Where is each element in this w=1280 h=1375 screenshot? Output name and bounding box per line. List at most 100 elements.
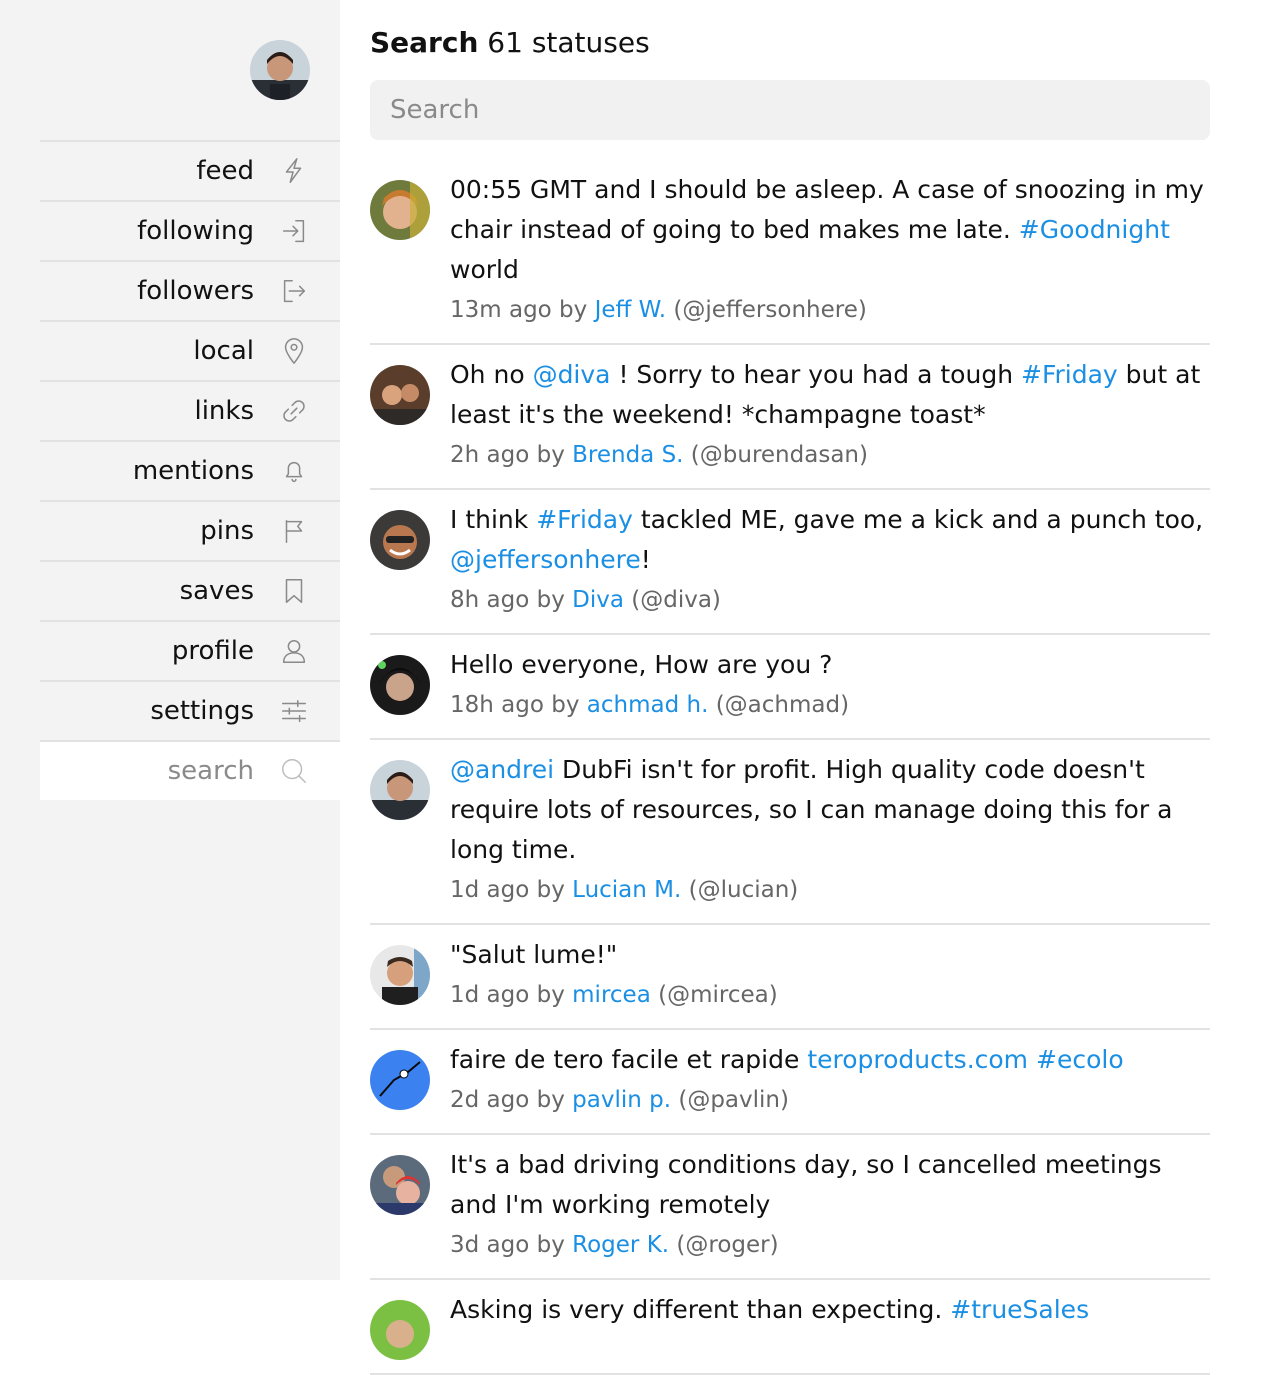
author-name-link[interactable]: mircea bbox=[572, 982, 651, 1008]
status-link[interactable]: teroproducts.com bbox=[807, 1045, 1028, 1074]
status-item[interactable]: I think #Friday tackled ME, gave me a ki… bbox=[370, 490, 1210, 635]
avatar[interactable] bbox=[370, 655, 430, 715]
sidebar-item-mentions[interactable]: mentions bbox=[40, 440, 340, 500]
status-meta: 2d ago by pavlin p. (@pavlin) bbox=[450, 1080, 1210, 1120]
main-column: Search 61 statuses 00:55 GMT and I shoul… bbox=[370, 0, 1210, 1375]
sidebar-item-label: profile bbox=[171, 636, 254, 666]
sidebar-item-feed[interactable]: feed bbox=[40, 140, 340, 200]
sign-in-icon bbox=[278, 215, 310, 247]
avatar[interactable] bbox=[370, 945, 430, 1005]
status-link[interactable]: #Friday bbox=[1021, 360, 1118, 389]
status-body: I think #Friday tackled ME, gave me a ki… bbox=[450, 500, 1210, 620]
status-meta: 18h ago by achmad h. (@achmad) bbox=[450, 685, 1210, 725]
author-name-link[interactable]: pavlin p. bbox=[572, 1087, 671, 1113]
page-title-count: 61 statuses bbox=[478, 26, 650, 59]
status-link[interactable]: @diva bbox=[533, 360, 611, 389]
lightning-icon bbox=[278, 155, 310, 187]
avatar[interactable] bbox=[370, 510, 430, 570]
status-item[interactable]: 00:55 GMT and I should be asleep. A case… bbox=[370, 160, 1210, 345]
status-item[interactable]: faire de tero facile et rapide teroprodu… bbox=[370, 1030, 1210, 1135]
status-link[interactable]: #trueSales bbox=[950, 1295, 1089, 1324]
sidebar-item-links[interactable]: links bbox=[40, 380, 340, 440]
sidebar-item-saves[interactable]: saves bbox=[40, 560, 340, 620]
status-time: 1d ago by bbox=[450, 877, 573, 903]
search-input[interactable] bbox=[370, 80, 1210, 140]
sidebar: feed following followers local links mentions… bbox=[0, 0, 340, 1280]
author-handle: (@achmad) bbox=[708, 692, 850, 718]
author-name-link[interactable]: Roger K. bbox=[572, 1232, 669, 1258]
map-pin-icon bbox=[278, 335, 310, 367]
author-handle: (@lucian) bbox=[681, 877, 799, 903]
avatar[interactable] bbox=[370, 365, 430, 425]
author-handle: (@mircea) bbox=[650, 982, 778, 1008]
author-name-link[interactable]: Diva bbox=[572, 587, 624, 613]
sidebar-item-label: saves bbox=[179, 576, 254, 606]
author-handle: (@pavlin) bbox=[671, 1087, 789, 1113]
status-link[interactable]: @andrei bbox=[450, 755, 554, 784]
author-name-link[interactable]: Lucian M. bbox=[572, 877, 681, 903]
status-link[interactable]: #ecolo bbox=[1036, 1045, 1124, 1074]
status-item[interactable]: @andrei DubFi isn't for profit. High qua… bbox=[370, 740, 1210, 925]
avatar[interactable] bbox=[370, 180, 430, 240]
sidebar-item-label: followers bbox=[137, 276, 254, 306]
avatar[interactable] bbox=[370, 1050, 430, 1110]
avatar[interactable] bbox=[370, 1155, 430, 1215]
sidebar-nav: feed following followers local links mentions… bbox=[40, 140, 340, 800]
sidebar-item-label: settings bbox=[150, 696, 254, 726]
avatar[interactable] bbox=[370, 760, 430, 820]
status-item[interactable]: Oh no @diva ! Sorry to hear you had a to… bbox=[370, 345, 1210, 490]
status-link[interactable]: @jeffersonhere bbox=[450, 545, 641, 574]
sidebar-item-followers[interactable]: followers bbox=[40, 260, 340, 320]
sidebar-item-local[interactable]: local bbox=[40, 320, 340, 380]
status-item[interactable]: "Salut lume!" 1d ago by mircea (@mircea) bbox=[370, 925, 1210, 1030]
status-meta: 1d ago by Lucian M. (@lucian) bbox=[450, 870, 1210, 910]
sidebar-item-label: pins bbox=[200, 516, 254, 546]
sidebar-item-settings[interactable]: settings bbox=[40, 680, 340, 740]
status-meta: 2h ago by Brenda S. (@burendasan) bbox=[450, 435, 1210, 475]
status-text-segment bbox=[1028, 1045, 1036, 1074]
status-text: It's a bad driving conditions day, so I … bbox=[450, 1145, 1210, 1225]
sidebar-item-label: following bbox=[137, 216, 254, 246]
author-name-link[interactable]: Jeff W. bbox=[595, 297, 667, 323]
status-text: "Salut lume!" bbox=[450, 935, 1210, 975]
author-name-link[interactable]: Brenda S. bbox=[572, 442, 683, 468]
sidebar-item-label: mentions bbox=[132, 456, 254, 486]
status-text-segment: ! bbox=[640, 545, 651, 574]
status-body: "Salut lume!" 1d ago by mircea (@mircea) bbox=[450, 935, 1210, 1015]
sidebar-item-search[interactable]: search bbox=[40, 740, 340, 800]
status-time: 2d ago by bbox=[450, 1087, 573, 1113]
status-text: Hello everyone, How are you ? bbox=[450, 645, 1210, 685]
status-text-segment: "Salut lume!" bbox=[450, 940, 618, 969]
page-title-bold: Search bbox=[370, 26, 479, 59]
sidebar-item-profile[interactable]: profile bbox=[40, 620, 340, 680]
status-time: 3d ago by bbox=[450, 1232, 573, 1258]
status-link[interactable]: #Goodnight bbox=[1019, 215, 1170, 244]
sidebar-item-following[interactable]: following bbox=[40, 200, 340, 260]
status-meta: 8h ago by Diva (@diva) bbox=[450, 580, 1210, 620]
status-list: 00:55 GMT and I should be asleep. A case… bbox=[370, 160, 1210, 1375]
status-text: I think #Friday tackled ME, gave me a ki… bbox=[450, 500, 1210, 580]
status-text-segment: DubFi isn't for profit. High quality cod… bbox=[450, 755, 1173, 864]
status-body: Oh no @diva ! Sorry to hear you had a to… bbox=[450, 355, 1210, 475]
my-avatar[interactable] bbox=[250, 40, 310, 100]
status-link[interactable]: #Friday bbox=[536, 505, 633, 534]
status-meta: 1d ago by mircea (@mircea) bbox=[450, 975, 1210, 1015]
author-name-link[interactable]: achmad h. bbox=[587, 692, 709, 718]
status-text-segment: faire de tero facile et rapide bbox=[450, 1045, 808, 1074]
status-text-segment: It's a bad driving conditions day, so I … bbox=[450, 1150, 1162, 1219]
status-text-segment: ! Sorry to hear you had a tough bbox=[610, 360, 1021, 389]
status-text-segment: Hello everyone, How are you ? bbox=[450, 650, 833, 679]
status-body: faire de tero facile et rapide teroprodu… bbox=[450, 1040, 1210, 1120]
status-item[interactable]: Hello everyone, How are you ? 18h ago by … bbox=[370, 635, 1210, 740]
avatar[interactable] bbox=[370, 1300, 430, 1360]
sidebar-item-pins[interactable]: pins bbox=[40, 500, 340, 560]
status-text: Asking is very different than expecting.… bbox=[450, 1290, 1210, 1330]
status-text-segment: I think bbox=[450, 505, 537, 534]
flag-icon bbox=[278, 515, 310, 547]
sidebar-item-label: local bbox=[193, 336, 254, 366]
status-item[interactable]: Asking is very different than expecting.… bbox=[370, 1280, 1210, 1375]
status-time: 8h ago by bbox=[450, 587, 573, 613]
status-item[interactable]: It's a bad driving conditions day, so I … bbox=[370, 1135, 1210, 1280]
status-time: 18h ago by bbox=[450, 692, 587, 718]
status-body: Hello everyone, How are you ? 18h ago by … bbox=[450, 645, 1210, 725]
